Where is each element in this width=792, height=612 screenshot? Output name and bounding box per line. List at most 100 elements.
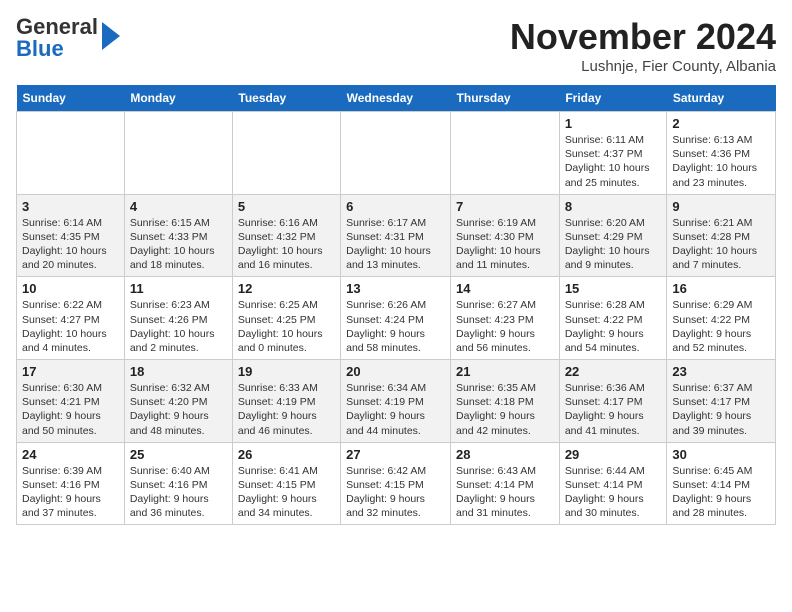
day-number: 4: [130, 199, 227, 214]
day-number: 8: [565, 199, 662, 214]
weekday-header-friday: Friday: [559, 85, 667, 112]
calendar-cell: 30 Sunrise: 6:45 AMSunset: 4:14 PMDayligh…: [667, 442, 776, 525]
day-number: 30: [672, 447, 770, 462]
calendar-cell: 17Sunrise: 6:30 AMSunset: 4:21 PMDayligh…: [17, 360, 125, 443]
calendar-cell: 10 Sunrise: 6:22 AMSunset: 4:27 PMDayligh…: [17, 277, 125, 360]
logo-arrow-icon: [102, 22, 120, 50]
day-info: Sunrise: 6:37 AMSunset: 4:17 PMDaylight:…: [672, 381, 770, 438]
calendar-cell: 11 Sunrise: 6:23 AMSunset: 4:26 PMDayligh…: [124, 277, 232, 360]
weekday-header-saturday: Saturday: [667, 85, 776, 112]
calendar-cell: 24 Sunrise: 6:39 AMSunset: 4:16 PMDayligh…: [17, 442, 125, 525]
calendar-cell: [451, 112, 560, 195]
day-info: Sunrise: 6:34 AMSunset: 4:19 PMDaylight:…: [346, 381, 445, 438]
day-number: 28: [456, 447, 554, 462]
day-info: Sunrise: 6:20 AMSunset: 4:29 PMDaylight:…: [565, 216, 662, 273]
day-number: 17: [22, 364, 119, 379]
calendar-cell: 3 Sunrise: 6:14 AMSunset: 4:35 PMDaylight…: [17, 194, 125, 277]
calendar-week-3: 10 Sunrise: 6:22 AMSunset: 4:27 PMDayligh…: [17, 277, 776, 360]
day-number: 29: [565, 447, 662, 462]
calendar-cell: 5 Sunrise: 6:16 AMSunset: 4:32 PMDaylight…: [232, 194, 340, 277]
day-number: 20: [346, 364, 445, 379]
calendar-cell: 19 Sunrise: 6:33 AMSunset: 4:19 PMDayligh…: [232, 360, 340, 443]
calendar-cell: 8 Sunrise: 6:20 AMSunset: 4:29 PMDaylight…: [559, 194, 667, 277]
day-info: Sunrise: 6:14 AMSunset: 4:35 PMDaylight:…: [22, 216, 119, 273]
calendar-cell: 20 Sunrise: 6:34 AMSunset: 4:19 PMDayligh…: [341, 360, 451, 443]
day-number: 5: [238, 199, 335, 214]
day-info: Sunrise: 6:21 AMSunset: 4:28 PMDaylight:…: [672, 216, 770, 273]
calendar-cell: 7 Sunrise: 6:19 AMSunset: 4:30 PMDaylight…: [451, 194, 560, 277]
calendar-table: SundayMondayTuesdayWednesdayThursdayFrid…: [16, 85, 776, 525]
weekday-header-wednesday: Wednesday: [341, 85, 451, 112]
day-info: Sunrise: 6:15 AMSunset: 4:33 PMDaylight:…: [130, 216, 227, 273]
day-number: 10: [22, 281, 119, 296]
calendar-cell: 6 Sunrise: 6:17 AMSunset: 4:31 PMDaylight…: [341, 194, 451, 277]
day-info: Sunrise: 6:32 AMSunset: 4:20 PMDaylight:…: [130, 381, 227, 438]
day-number: 24: [22, 447, 119, 462]
weekday-header-thursday: Thursday: [451, 85, 560, 112]
day-info: Sunrise: 6:22 AMSunset: 4:27 PMDaylight:…: [22, 298, 119, 355]
day-number: 27: [346, 447, 445, 462]
day-info: Sunrise: 6:28 AMSunset: 4:22 PMDaylight:…: [565, 298, 662, 355]
calendar-cell: 9Sunrise: 6:21 AMSunset: 4:28 PMDaylight…: [667, 194, 776, 277]
logo-blue: Blue: [16, 36, 64, 61]
day-info: Sunrise: 6:19 AMSunset: 4:30 PMDaylight:…: [456, 216, 554, 273]
day-info: Sunrise: 6:43 AMSunset: 4:14 PMDaylight:…: [456, 464, 554, 521]
day-info: Sunrise: 6:33 AMSunset: 4:19 PMDaylight:…: [238, 381, 335, 438]
calendar-cell: 28 Sunrise: 6:43 AMSunset: 4:14 PMDayligh…: [451, 442, 560, 525]
day-number: 18: [130, 364, 227, 379]
day-number: 11: [130, 281, 227, 296]
calendar-cell: 22Sunrise: 6:36 AMSunset: 4:17 PMDayligh…: [559, 360, 667, 443]
weekday-header-monday: Monday: [124, 85, 232, 112]
calendar-cell: 29 Sunrise: 6:44 AMSunset: 4:14 PMDayligh…: [559, 442, 667, 525]
day-number: 12: [238, 281, 335, 296]
weekday-header-tuesday: Tuesday: [232, 85, 340, 112]
calendar-cell: 16Sunrise: 6:29 AMSunset: 4:22 PMDayligh…: [667, 277, 776, 360]
day-info: Sunrise: 6:45 AMSunset: 4:14 PMDaylight:…: [672, 464, 770, 521]
calendar-week-4: 17Sunrise: 6:30 AMSunset: 4:21 PMDayligh…: [17, 360, 776, 443]
day-info: Sunrise: 6:17 AMSunset: 4:31 PMDaylight:…: [346, 216, 445, 273]
calendar-body: 1Sunrise: 6:11 AMSunset: 4:37 PMDaylight…: [17, 112, 776, 525]
calendar-cell: [341, 112, 451, 195]
calendar-cell: 18 Sunrise: 6:32 AMSunset: 4:20 PMDayligh…: [124, 360, 232, 443]
weekday-header-row: SundayMondayTuesdayWednesdayThursdayFrid…: [17, 85, 776, 112]
day-info: Sunrise: 6:23 AMSunset: 4:26 PMDaylight:…: [130, 298, 227, 355]
calendar-cell: 4 Sunrise: 6:15 AMSunset: 4:33 PMDaylight…: [124, 194, 232, 277]
page-header: General Blue November 2024 Lushnje, Fier…: [16, 16, 776, 75]
logo: General Blue: [16, 16, 120, 60]
calendar-cell: 12 Sunrise: 6:25 AMSunset: 4:25 PMDayligh…: [232, 277, 340, 360]
day-number: 7: [456, 199, 554, 214]
day-number: 26: [238, 447, 335, 462]
calendar-cell: 2Sunrise: 6:13 AMSunset: 4:36 PMDaylight…: [667, 112, 776, 195]
month-title: November 2024: [510, 16, 776, 58]
day-info: Sunrise: 6:16 AMSunset: 4:32 PMDaylight:…: [238, 216, 335, 273]
day-number: 16: [672, 281, 770, 296]
day-number: 3: [22, 199, 119, 214]
title-block: November 2024 Lushnje, Fier County, Alba…: [510, 16, 776, 75]
calendar-cell: [124, 112, 232, 195]
calendar-week-5: 24 Sunrise: 6:39 AMSunset: 4:16 PMDayligh…: [17, 442, 776, 525]
day-number: 21: [456, 364, 554, 379]
calendar-week-1: 1Sunrise: 6:11 AMSunset: 4:37 PMDaylight…: [17, 112, 776, 195]
calendar-cell: 25Sunrise: 6:40 AMSunset: 4:16 PMDayligh…: [124, 442, 232, 525]
day-info: Sunrise: 6:44 AMSunset: 4:14 PMDaylight:…: [565, 464, 662, 521]
day-number: 15: [565, 281, 662, 296]
day-number: 22: [565, 364, 662, 379]
day-info: Sunrise: 6:25 AMSunset: 4:25 PMDaylight:…: [238, 298, 335, 355]
day-number: 23: [672, 364, 770, 379]
weekday-header-sunday: Sunday: [17, 85, 125, 112]
day-number: 2: [672, 116, 770, 131]
calendar-cell: 14Sunrise: 6:27 AMSunset: 4:23 PMDayligh…: [451, 277, 560, 360]
calendar-cell: 27Sunrise: 6:42 AMSunset: 4:15 PMDayligh…: [341, 442, 451, 525]
calendar-cell: 1Sunrise: 6:11 AMSunset: 4:37 PMDaylight…: [559, 112, 667, 195]
calendar-cell: 21 Sunrise: 6:35 AMSunset: 4:18 PMDayligh…: [451, 360, 560, 443]
day-info: Sunrise: 6:41 AMSunset: 4:15 PMDaylight:…: [238, 464, 335, 521]
calendar-header: SundayMondayTuesdayWednesdayThursdayFrid…: [17, 85, 776, 112]
day-number: 14: [456, 281, 554, 296]
day-info: Sunrise: 6:35 AMSunset: 4:18 PMDaylight:…: [456, 381, 554, 438]
day-number: 25: [130, 447, 227, 462]
day-number: 19: [238, 364, 335, 379]
calendar-cell: [232, 112, 340, 195]
day-number: 6: [346, 199, 445, 214]
calendar-cell: [17, 112, 125, 195]
day-info: Sunrise: 6:39 AMSunset: 4:16 PMDaylight:…: [22, 464, 119, 521]
